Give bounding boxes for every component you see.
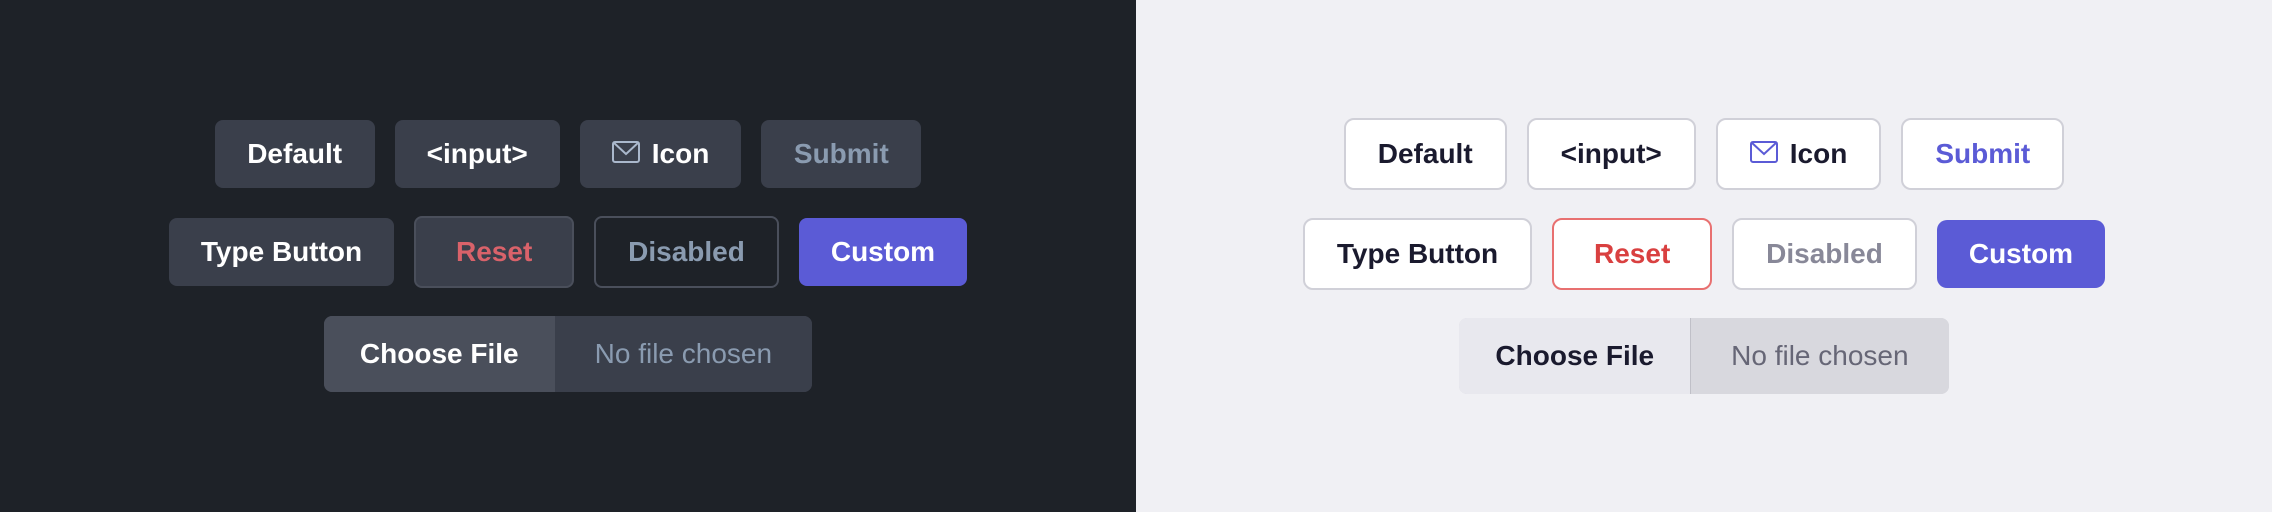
light-type-button[interactable]: Type Button [1303, 218, 1532, 290]
light-icon-label: Icon [1790, 138, 1848, 170]
light-input-button[interactable]: <input> [1527, 118, 1696, 190]
light-row-2: Type Button Reset Disabled Custom [1303, 218, 2105, 290]
dark-row-1: Default <input> Icon Submit [215, 120, 922, 188]
dark-custom-button[interactable]: Custom [799, 218, 967, 286]
light-custom-label: Custom [1969, 238, 2073, 270]
light-submit-button[interactable]: Submit [1901, 118, 2064, 190]
dark-submit-label: Submit [794, 138, 889, 170]
light-disabled-button[interactable]: Disabled [1732, 218, 1917, 290]
light-custom-button[interactable]: Custom [1937, 220, 2105, 288]
light-reset-label: Reset [1594, 238, 1670, 270]
light-reset-button[interactable]: Reset [1552, 218, 1712, 290]
dark-icon-button[interactable]: Icon [580, 120, 742, 188]
light-default-button[interactable]: Default [1344, 118, 1507, 190]
dark-input-label: <input> [427, 138, 528, 170]
light-default-label: Default [1378, 138, 1473, 170]
dark-no-file-label: No file chosen [555, 316, 812, 392]
light-submit-label: Submit [1935, 138, 2030, 170]
light-input-label: <input> [1561, 138, 1662, 170]
dark-submit-button[interactable]: Submit [761, 120, 921, 188]
dark-panel: Default <input> Icon Submit Type Button … [0, 0, 1136, 512]
dark-input-button[interactable]: <input> [395, 120, 560, 188]
dark-disabled-button[interactable]: Disabled [594, 216, 779, 288]
light-no-file-label: No file chosen [1691, 318, 1948, 394]
light-choose-file-button[interactable]: Choose File [1459, 318, 1691, 394]
dark-file-input-container: Choose File No file chosen [324, 316, 812, 392]
dark-custom-label: Custom [831, 236, 935, 268]
envelope-icon-light [1750, 138, 1778, 170]
light-panel: Default <input> Icon Submit Type Button … [1136, 0, 2272, 512]
dark-default-button[interactable]: Default [215, 120, 375, 188]
dark-type-button-label: Type Button [201, 236, 362, 268]
envelope-icon [612, 138, 640, 170]
dark-choose-file-label: Choose File [360, 338, 519, 369]
light-icon-button[interactable]: Icon [1716, 118, 1882, 190]
light-file-input-container: Choose File No file chosen [1459, 318, 1948, 394]
dark-row-2: Type Button Reset Disabled Custom [169, 216, 967, 288]
dark-default-label: Default [247, 138, 342, 170]
dark-type-button[interactable]: Type Button [169, 218, 394, 286]
light-type-button-label: Type Button [1337, 238, 1498, 270]
dark-icon-label: Icon [652, 138, 710, 170]
light-disabled-label: Disabled [1766, 238, 1883, 270]
dark-disabled-label: Disabled [628, 236, 745, 268]
dark-choose-file-button[interactable]: Choose File [324, 316, 555, 392]
light-choose-file-label: Choose File [1495, 340, 1654, 371]
light-row-1: Default <input> Icon Submit [1344, 118, 2064, 190]
dark-reset-button[interactable]: Reset [414, 216, 574, 288]
dark-reset-label: Reset [456, 236, 532, 268]
